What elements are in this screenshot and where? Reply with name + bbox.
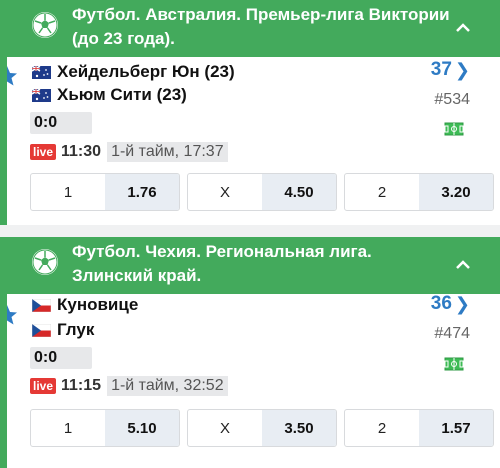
odd-button-away[interactable]: 2 1.57 <box>344 409 494 447</box>
odd-button-away[interactable]: 2 3.20 <box>344 173 494 211</box>
odd-button-draw[interactable]: X 4.50 <box>187 173 337 211</box>
event-header[interactable]: Футбол. Чехия. Региональная лига. Злинск… <box>0 237 500 294</box>
odd-value: 1.57 <box>419 410 493 446</box>
team-home: Хейдельберг Юн (23) <box>32 61 235 83</box>
flag-australia-icon <box>32 65 51 79</box>
odd-label: 2 <box>377 419 387 437</box>
markets-count: 36 <box>430 293 452 314</box>
odd-label: 2 <box>377 183 387 201</box>
odd-button-draw[interactable]: X 3.50 <box>187 409 337 447</box>
live-badge: live <box>30 144 57 160</box>
odd-label: X <box>219 183 230 201</box>
match-period: 1-й тайм, 32:52 <box>107 376 228 396</box>
odd-label: 1 <box>63 183 73 201</box>
odd-button-home[interactable]: 1 5.10 <box>30 409 180 447</box>
match-start-time: 11:15 <box>61 377 102 394</box>
soccer-ball-icon <box>32 12 58 38</box>
team-home-name: Куновице <box>57 295 139 314</box>
events-list: Футбол. Австралия. Премьер-лига Виктории… <box>0 0 500 468</box>
collapse-chevron-icon[interactable] <box>452 17 474 39</box>
soccer-ball-icon <box>32 249 58 275</box>
odd-value: 3.50 <box>262 410 336 446</box>
score-box: 0:0 <box>30 347 92 369</box>
team-away-name: Хьюм Сити (23) <box>57 85 187 104</box>
flag-czech-icon <box>32 298 51 312</box>
flag-australia-icon <box>32 88 51 102</box>
odd-value: 5.10 <box>105 410 179 446</box>
odd-value: 3.20 <box>419 174 493 210</box>
match-id: #474 <box>434 325 470 342</box>
league-title: Футбол. Австралия. Премьер-лига Виктории… <box>72 5 450 48</box>
live-badge: live <box>30 378 57 394</box>
match-period: 1-й тайм, 17:37 <box>107 142 228 162</box>
event-header[interactable]: Футбол. Австралия. Премьер-лига Виктории… <box>0 0 500 57</box>
match-start-time: 11:30 <box>61 143 102 160</box>
more-markets-link[interactable]: 37 ❯ <box>431 59 470 81</box>
card-left-accent <box>0 57 7 225</box>
match-id: #534 <box>434 91 470 108</box>
odd-value: 1.76 <box>105 174 179 210</box>
card-left-accent <box>0 294 7 468</box>
event-card: Футбол. Чехия. Региональная лига. Злинск… <box>0 237 500 468</box>
odd-button-home[interactable]: 1 1.76 <box>30 173 180 211</box>
odd-value: 4.50 <box>262 174 336 210</box>
collapse-chevron-icon[interactable] <box>452 254 474 276</box>
markets-count: 37 <box>430 59 452 80</box>
field-stats-icon[interactable] <box>444 122 464 136</box>
team-away-name: Глук <box>57 320 95 339</box>
field-stats-icon[interactable] <box>444 357 464 371</box>
flag-czech-icon <box>32 323 51 337</box>
team-away: Глук <box>32 319 94 341</box>
chevron-right-icon: ❯ <box>454 293 470 314</box>
match-status: live 11:30 1-й тайм, 17:37 <box>30 142 228 162</box>
league-title: Футбол. Чехия. Региональная лига. Злинск… <box>72 242 372 285</box>
more-markets-link[interactable]: 36 ❯ <box>431 293 470 315</box>
event-card: Футбол. Австралия. Премьер-лига Виктории… <box>0 0 500 225</box>
odd-label: 1 <box>63 419 73 437</box>
match-status: live 11:15 1-й тайм, 32:52 <box>30 376 228 396</box>
score-box: 0:0 <box>30 112 92 134</box>
chevron-right-icon: ❯ <box>454 59 470 80</box>
team-home-name: Хейдельберг Юн (23) <box>57 62 235 81</box>
card-divider <box>0 225 500 237</box>
team-away: Хьюм Сити (23) <box>32 84 187 106</box>
team-home: Куновице <box>32 294 138 316</box>
odd-label: X <box>219 419 230 437</box>
